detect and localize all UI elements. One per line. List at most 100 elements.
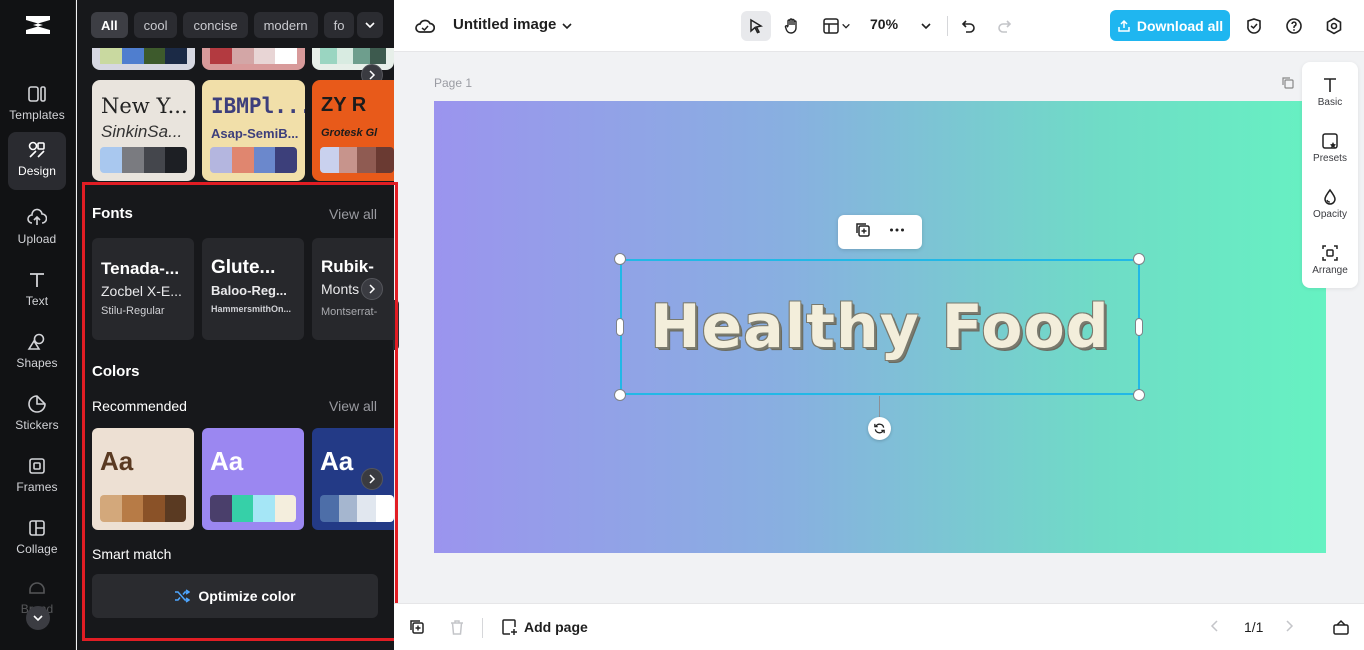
help-button[interactable] bbox=[1279, 11, 1309, 41]
font-card-subtitle: Zocbel X-E... bbox=[101, 283, 185, 299]
more-options-button[interactable] bbox=[888, 221, 906, 244]
tool-basic[interactable]: Basic bbox=[1302, 66, 1358, 118]
chevron-down-icon bbox=[32, 612, 44, 624]
style-card-partial[interactable] bbox=[92, 48, 195, 70]
delete-page-button[interactable] bbox=[448, 618, 466, 641]
panel-collapse-handle[interactable] bbox=[393, 300, 399, 350]
style-card-font2: SinkinSa... bbox=[101, 122, 182, 142]
resize-handle-bottom-left[interactable] bbox=[614, 389, 626, 401]
next-page-button[interactable] bbox=[1282, 619, 1296, 638]
colors-next-button[interactable] bbox=[361, 468, 383, 490]
duplicate-page-button[interactable] bbox=[408, 618, 426, 641]
duplicate-icon bbox=[408, 618, 426, 636]
pages-panel-button[interactable] bbox=[1332, 618, 1350, 641]
rail-upload-label: Upload bbox=[18, 232, 57, 246]
chips-more-button[interactable] bbox=[357, 12, 383, 38]
resize-handle-left[interactable] bbox=[616, 318, 624, 336]
rail-shapes-label: Shapes bbox=[16, 356, 57, 370]
font-card-body: Montserrat- bbox=[321, 306, 385, 318]
add-page-icon bbox=[500, 618, 518, 636]
chip-cool[interactable]: cool bbox=[134, 12, 178, 38]
resize-handle-top-right[interactable] bbox=[1133, 253, 1145, 265]
page-duplicate-button[interactable] bbox=[1281, 76, 1295, 95]
chevron-right-icon bbox=[367, 474, 377, 484]
rail-collage-label: Collage bbox=[16, 542, 57, 556]
color-palette-card[interactable]: Aa bbox=[202, 428, 304, 530]
optimize-color-button[interactable]: Optimize color bbox=[92, 574, 378, 618]
resize-handle-top-left[interactable] bbox=[614, 253, 626, 265]
color-palette-card[interactable]: Aa bbox=[92, 428, 194, 530]
add-page-button[interactable]: Add page bbox=[500, 618, 588, 636]
colors-view-all-link[interactable]: View all bbox=[329, 398, 377, 414]
design-panel: All cool concise modern fo New Y... Sink… bbox=[77, 0, 394, 650]
rail-upload[interactable]: Upload bbox=[8, 200, 66, 256]
chevron-down-icon bbox=[841, 21, 851, 31]
resize-handle-right[interactable] bbox=[1135, 318, 1143, 336]
cloud-save-button[interactable] bbox=[410, 11, 440, 41]
color-card-sample: Aa bbox=[100, 446, 133, 477]
font-card[interactable]: Tenada-... Zocbel X-E... Stilu-Regular bbox=[92, 238, 194, 340]
prev-page-button[interactable] bbox=[1208, 619, 1222, 638]
rail-stickers[interactable]: Stickers bbox=[8, 386, 66, 442]
rail-collage[interactable]: Collage bbox=[8, 510, 66, 566]
chip-all[interactable]: All bbox=[91, 12, 128, 38]
fonts-title: Fonts bbox=[92, 205, 133, 222]
style-card-partial[interactable] bbox=[202, 48, 305, 70]
selection-box[interactable] bbox=[620, 259, 1140, 395]
style-card-partial[interactable] bbox=[312, 48, 394, 70]
layout-dropdown-button[interactable] bbox=[836, 11, 856, 41]
style-card-font1: New Y... bbox=[101, 94, 188, 118]
download-all-button[interactable]: Download all bbox=[1110, 10, 1230, 41]
chip-fo[interactable]: fo bbox=[324, 12, 355, 38]
font-card[interactable]: Glute... Baloo-Reg... HammersmithOn... bbox=[202, 238, 304, 340]
shuffle-icon bbox=[174, 588, 190, 604]
color-card-sample: Aa bbox=[210, 446, 243, 477]
rail-text[interactable]: Text bbox=[8, 262, 66, 318]
hand-tool-button[interactable] bbox=[777, 11, 807, 41]
font-card-title: Rubik- bbox=[321, 257, 385, 277]
style-card[interactable]: New Y... SinkinSa... bbox=[92, 80, 195, 181]
chip-concise[interactable]: concise bbox=[183, 12, 247, 38]
title-dropdown-button[interactable] bbox=[552, 11, 582, 41]
left-rail: Templates Design Upload Text Shapes Stic… bbox=[0, 0, 76, 650]
redo-button[interactable] bbox=[990, 11, 1020, 41]
rail-more-button[interactable] bbox=[26, 606, 50, 630]
tool-presets[interactable]: Presets bbox=[1302, 122, 1358, 174]
optimize-color-label: Optimize color bbox=[198, 588, 295, 604]
rail-templates[interactable]: Templates bbox=[8, 76, 66, 132]
color-card-swatches bbox=[210, 495, 296, 522]
duplicate-element-button[interactable] bbox=[854, 221, 872, 244]
shield-button[interactable] bbox=[1239, 11, 1269, 41]
copy-icon bbox=[1281, 76, 1295, 90]
tool-opacity[interactable]: Opacity bbox=[1302, 178, 1358, 230]
tool-presets-label: Presets bbox=[1313, 153, 1347, 164]
fonts-next-button[interactable] bbox=[361, 278, 383, 300]
tool-arrange[interactable]: Arrange bbox=[1302, 234, 1358, 286]
rotate-handle[interactable] bbox=[868, 417, 891, 440]
collage-icon bbox=[27, 518, 47, 538]
select-tool-button[interactable] bbox=[741, 11, 771, 41]
hand-icon bbox=[783, 17, 801, 35]
rail-frames[interactable]: Frames bbox=[8, 448, 66, 504]
settings-button[interactable] bbox=[1319, 11, 1349, 41]
fonts-view-all-link[interactable]: View all bbox=[329, 206, 377, 222]
rail-stickers-label: Stickers bbox=[15, 418, 58, 432]
undo-button[interactable] bbox=[953, 11, 983, 41]
recommended-label: Recommended bbox=[92, 398, 187, 414]
style-card[interactable]: IBMPl... Asap-SemiB... bbox=[202, 80, 305, 181]
font-card-title: Glute... bbox=[211, 257, 295, 279]
pages-icon bbox=[1332, 618, 1350, 636]
chip-modern[interactable]: modern bbox=[254, 12, 318, 38]
style-card[interactable]: ZY R Grotesk Gl bbox=[312, 80, 394, 181]
document-title[interactable]: Untitled image bbox=[453, 16, 556, 33]
shapes-icon bbox=[27, 332, 47, 352]
capcut-logo-icon[interactable] bbox=[24, 12, 52, 38]
rail-shapes[interactable]: Shapes bbox=[8, 324, 66, 380]
resize-handle-bottom-right[interactable] bbox=[1133, 389, 1145, 401]
rail-design[interactable]: Design bbox=[8, 132, 66, 190]
add-page-label: Add page bbox=[524, 619, 588, 635]
zoom-dropdown-button[interactable] bbox=[911, 11, 941, 41]
tool-opacity-label: Opacity bbox=[1313, 209, 1347, 220]
rail-frames-label: Frames bbox=[16, 480, 57, 494]
zoom-level[interactable]: 70% bbox=[870, 16, 898, 32]
